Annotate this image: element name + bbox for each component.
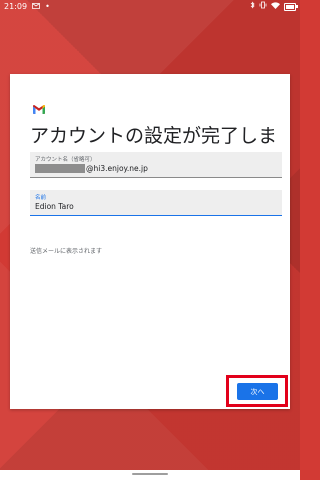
account-name-value[interactable]: @hi3.enjoy.ne.jp [35,164,148,173]
account-name-label: アカウント名（省略可） [35,157,96,163]
name-value[interactable]: Edion Taro [35,202,74,211]
navigation-bar [0,470,300,480]
status-bar: 21:09 • [0,0,300,14]
next-button[interactable]: 次へ [237,383,278,400]
bluetooth-icon [250,0,255,14]
account-name-domain: @hi3.enjoy.ne.jp [86,164,148,173]
clock: 21:09 [4,2,28,11]
name-label: 名前 [35,195,47,201]
gmail-notification-icon [32,0,40,14]
dot-icon: • [45,2,50,11]
name-helper-text: 送信メールに表示されます [30,248,103,255]
wifi-icon [271,0,280,14]
account-name-field[interactable]: アカウント名（省略可） @hi3.enjoy.ne.jp [30,152,282,178]
gmail-logo-icon [33,105,45,114]
home-gesture-handle[interactable] [132,473,168,475]
redacted-block [35,164,85,173]
battery-icon [284,3,298,11]
name-field[interactable]: 名前 Edion Taro [30,190,282,216]
vibrate-icon [259,0,267,14]
setup-card: アカウントの設定が完了しました。 アカウント名（省略可） @hi3.enjoy.… [10,74,290,409]
